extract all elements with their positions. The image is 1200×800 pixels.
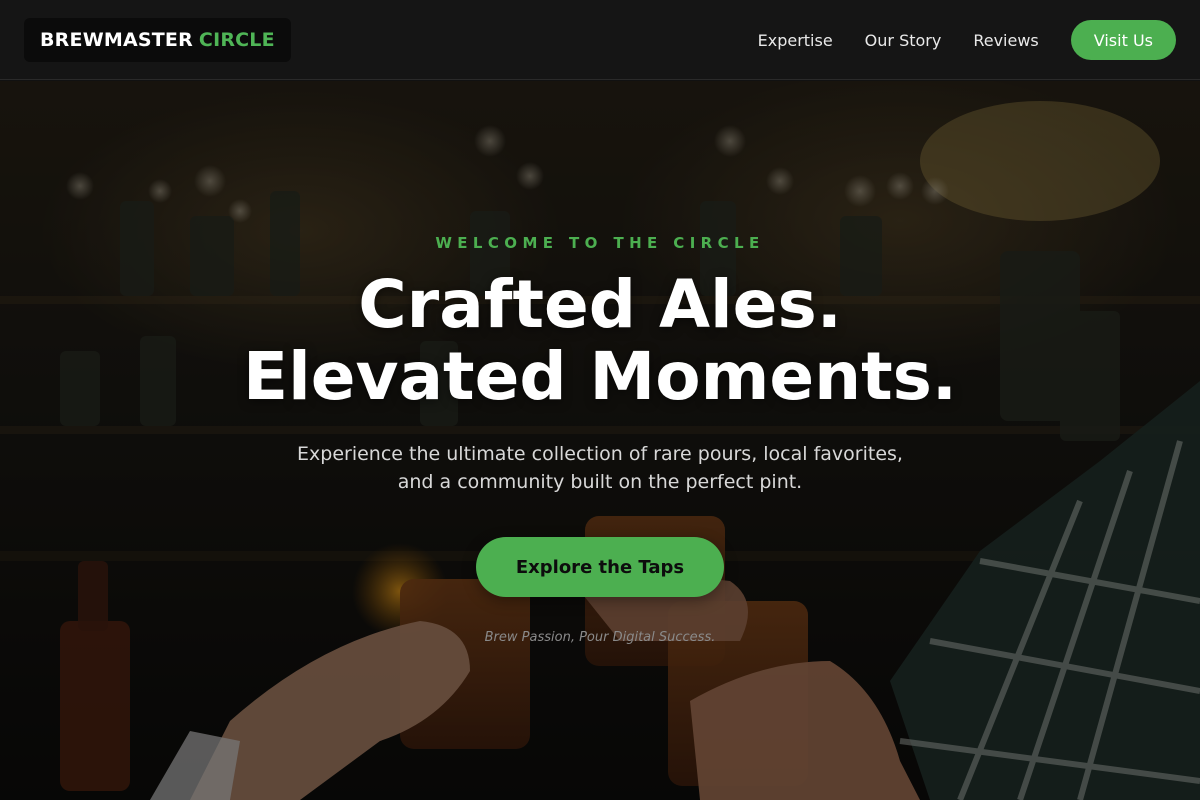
explore-taps-button[interactable]: Explore the Taps (476, 537, 724, 597)
brand-logo[interactable]: BREWMASTER CIRCLE (24, 18, 291, 62)
subtext-line-2: and a community built on the perfect pin… (397, 471, 803, 493)
nav-links: Expertise Our Story Reviews Visit Us (758, 20, 1176, 60)
hero-eyebrow: WELCOME TO THE CIRCLE (435, 234, 765, 252)
nav-link-reviews[interactable]: Reviews (973, 31, 1038, 50)
headline-line-1: Crafted Ales. (358, 266, 842, 343)
hero-headline: Crafted Ales. Elevated Moments. (0, 269, 1200, 413)
nav-link-our-story[interactable]: Our Story (865, 31, 942, 50)
nav-link-expertise[interactable]: Expertise (758, 31, 833, 50)
hero-subtext: Experience the ultimate collection of ra… (0, 440, 1200, 496)
hero-section: WELCOME TO THE CIRCLE Crafted Ales. Elev… (0, 81, 1200, 800)
headline-line-2: Elevated Moments. (242, 338, 957, 415)
hero-tagline: Brew Passion, Pour Digital Success. (484, 630, 716, 645)
brand-name: BREWMASTER (40, 29, 193, 51)
hero-content: WELCOME TO THE CIRCLE Crafted Ales. Elev… (0, 81, 1200, 800)
top-navbar: BREWMASTER CIRCLE Expertise Our Story Re… (0, 0, 1200, 80)
landing-page: BREWMASTER CIRCLE Expertise Our Story Re… (0, 0, 1200, 800)
subtext-line-1: Experience the ultimate collection of ra… (297, 443, 903, 465)
visit-us-button[interactable]: Visit Us (1070, 20, 1176, 60)
brand-accent: CIRCLE (198, 29, 275, 51)
